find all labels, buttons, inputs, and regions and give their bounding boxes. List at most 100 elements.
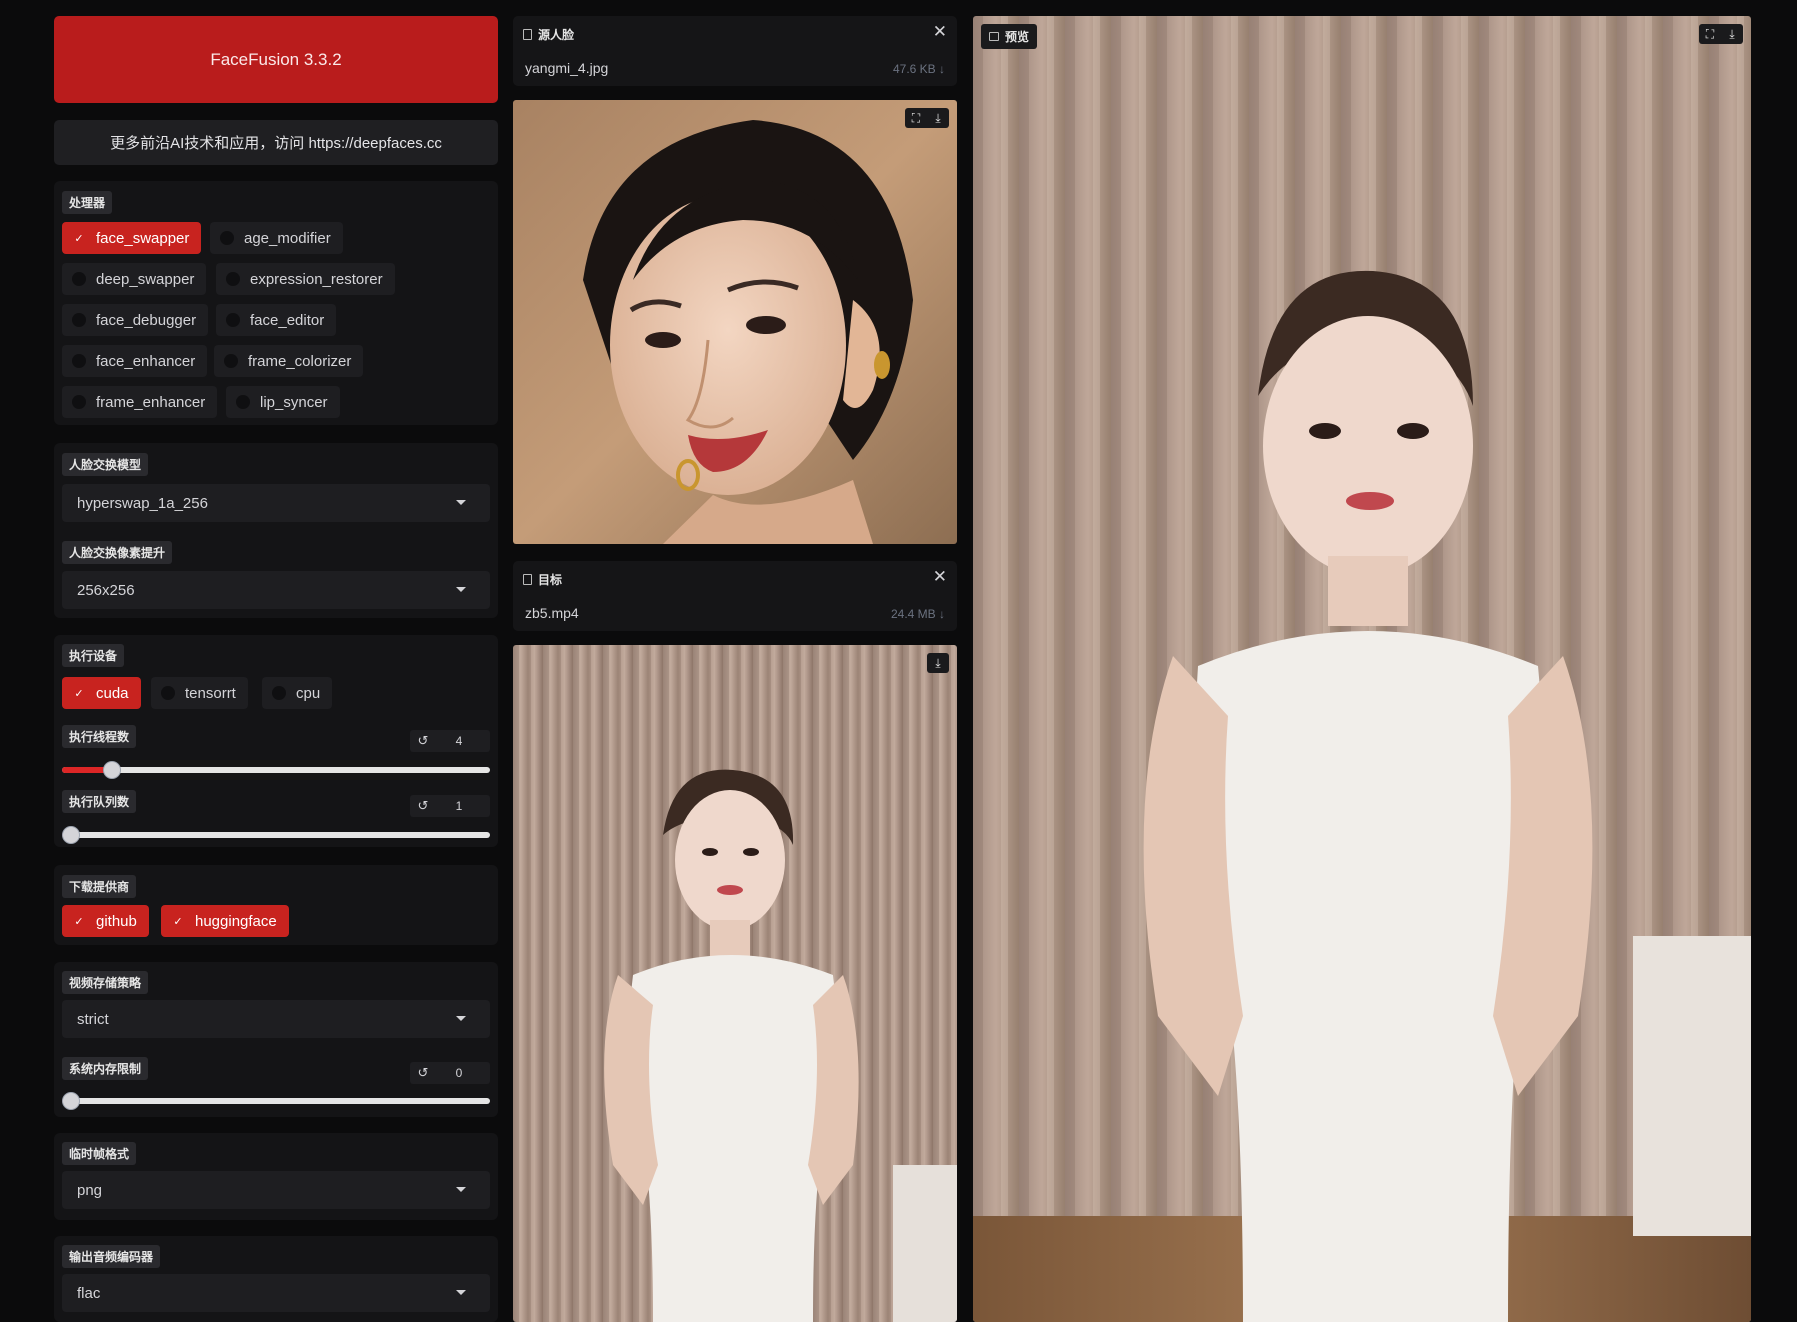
download-icon[interactable]: ⤓	[927, 108, 949, 128]
chip-label: face_enhancer	[96, 352, 196, 370]
processors-block: 处理器 ✓ face_swapper age_modifier deep_swap…	[54, 181, 498, 425]
queue-count-value[interactable]: 1	[436, 799, 490, 813]
video-strategy-label: 视频存储策略	[62, 971, 149, 994]
chip-label: tensorrt	[185, 684, 236, 702]
app-title-button[interactable]: FaceFusion 3.3.2	[54, 16, 498, 103]
source-header: 源人脸	[523, 26, 574, 43]
execution-block: 执行设备 ✓ cuda tensorrt cpu 执行线程数 ↺ 4 执行队列数 ↺…	[54, 635, 498, 847]
audio-block: 输出音频编码器 flac	[54, 1236, 498, 1322]
fullscreen-icon[interactable]: ⛶	[1699, 24, 1721, 44]
download-huggingface[interactable]: ✓ huggingface	[161, 905, 289, 937]
processor-face-debugger[interactable]: face_debugger	[62, 304, 209, 336]
close-icon[interactable]: ✕	[933, 22, 947, 42]
preview-image: 预览 ⛶ ⤓	[973, 16, 1751, 1322]
checkbox-icon	[72, 354, 86, 368]
system-memory-input[interactable]: ↺ 0	[410, 1062, 490, 1084]
target-filename[interactable]: zb5.mp4	[525, 605, 579, 621]
face-swap-block: 人脸交换模型 hyperswap_1a_256 人脸交换像素提升 256x256	[54, 443, 498, 618]
slider-thumb[interactable]	[62, 826, 80, 844]
processor-deep-swapper[interactable]: deep_swapper	[62, 263, 207, 295]
processor-face-swapper[interactable]: ✓ face_swapper	[62, 222, 202, 254]
audio-encoder-label: 输出音频编码器	[62, 1245, 161, 1268]
checkbox-icon	[161, 686, 175, 700]
memory-block: 视频存储策略 strict 系统内存限制 ↺ 0	[54, 962, 498, 1117]
checkbox-icon	[220, 231, 234, 245]
reset-icon[interactable]: ↺	[410, 733, 436, 749]
chip-label: face_swapper	[96, 229, 190, 247]
chevron-down-icon	[456, 500, 466, 505]
file-icon	[523, 29, 532, 40]
checkbox-icon	[236, 395, 250, 409]
source-filename[interactable]: yangmi_4.jpg	[525, 60, 608, 76]
system-memory-value[interactable]: 0	[436, 1066, 490, 1080]
processor-age-modifier[interactable]: age_modifier	[210, 222, 343, 254]
provider-cpu[interactable]: cpu	[262, 677, 333, 709]
provider-tensorrt[interactable]: tensorrt	[151, 677, 248, 709]
processor-expression-restorer[interactable]: expression_restorer	[216, 263, 395, 295]
chevron-down-icon	[456, 1016, 466, 1021]
video-strategy-select[interactable]: strict	[62, 1000, 490, 1038]
download-block: 下载提供商 ✓ github ✓ huggingface	[54, 865, 498, 945]
slider-thumb[interactable]	[103, 761, 121, 779]
thread-count-label: 执行线程数	[62, 725, 137, 748]
execution-providers-label: 执行设备	[62, 644, 125, 667]
target-file-panel: 目标 ✕ zb5.mp4 24.4 MB ↓	[513, 561, 957, 631]
queue-count-slider[interactable]	[62, 826, 490, 844]
chip-label: deep_swapper	[96, 270, 195, 288]
source-image-toolbar: ⛶ ⤓	[905, 108, 949, 128]
chip-label: frame_enhancer	[96, 393, 206, 411]
thread-count-slider[interactable]	[62, 761, 490, 779]
chip-label: cpu	[296, 684, 321, 702]
chip-label: lip_syncer	[260, 393, 328, 411]
download-providers-label: 下载提供商	[62, 875, 137, 898]
preview-toolbar: ⛶ ⤓	[1699, 24, 1743, 44]
target-header: 目标	[523, 571, 562, 588]
face-swap-model-select[interactable]: hyperswap_1a_256	[62, 484, 490, 522]
system-memory-label: 系统内存限制	[62, 1057, 149, 1080]
processor-lip-syncer[interactable]: lip_syncer	[226, 386, 340, 418]
pixel-boost-select[interactable]: 256x256	[62, 571, 490, 609]
target-video-frame	[513, 645, 957, 1322]
provider-cuda[interactable]: ✓ cuda	[62, 677, 141, 709]
thread-count-input[interactable]: ↺ 4	[410, 730, 490, 752]
pixel-boost-label: 人脸交换像素提升	[62, 541, 173, 564]
processor-frame-enhancer[interactable]: frame_enhancer	[62, 386, 218, 418]
select-value: strict	[77, 1010, 109, 1028]
processor-face-editor[interactable]: face_editor	[216, 304, 337, 336]
target-video[interactable]: ⤓	[513, 645, 957, 1322]
checkbox-icon	[72, 313, 86, 327]
file-icon	[523, 574, 532, 585]
source-filesize[interactable]: 47.6 KB ↓	[893, 62, 945, 76]
download-icon[interactable]: ⤓	[1721, 24, 1743, 44]
reset-icon[interactable]: ↺	[410, 798, 436, 814]
checkbox-icon	[72, 272, 86, 286]
info-banner: 更多前沿AI技术和应用，访问 https://deepfaces.cc	[54, 120, 498, 165]
check-icon: ✓	[173, 915, 183, 928]
download-github[interactable]: ✓ github	[62, 905, 149, 937]
temp-frame-select[interactable]: png	[62, 1171, 490, 1209]
chevron-down-icon	[456, 587, 466, 592]
slider-thumb[interactable]	[62, 1092, 80, 1110]
source-file-panel: 源人脸 ✕ yangmi_4.jpg 47.6 KB ↓	[513, 16, 957, 86]
download-icon[interactable]: ⤓	[927, 653, 949, 673]
thread-count-value[interactable]: 4	[436, 734, 490, 748]
fullscreen-icon[interactable]: ⛶	[905, 108, 927, 128]
queue-count-input[interactable]: ↺ 1	[410, 795, 490, 817]
checkbox-icon	[226, 272, 240, 286]
face-swap-model-label: 人脸交换模型	[62, 453, 149, 476]
chevron-down-icon	[456, 1187, 466, 1192]
checkbox-icon	[72, 395, 86, 409]
check-icon: ✓	[74, 232, 84, 245]
system-memory-slider[interactable]	[62, 1092, 490, 1110]
audio-encoder-select[interactable]: flac	[62, 1274, 490, 1312]
close-icon[interactable]: ✕	[933, 567, 947, 587]
select-value: png	[77, 1181, 103, 1199]
chip-label: expression_restorer	[250, 270, 383, 288]
chip-label: age_modifier	[244, 229, 331, 247]
chip-label: face_editor	[250, 311, 325, 329]
reset-icon[interactable]: ↺	[410, 1065, 436, 1081]
check-icon: ✓	[74, 915, 84, 928]
processor-face-enhancer[interactable]: face_enhancer	[62, 345, 208, 377]
target-filesize[interactable]: 24.4 MB ↓	[891, 607, 945, 621]
processor-frame-colorizer[interactable]: frame_colorizer	[214, 345, 364, 377]
